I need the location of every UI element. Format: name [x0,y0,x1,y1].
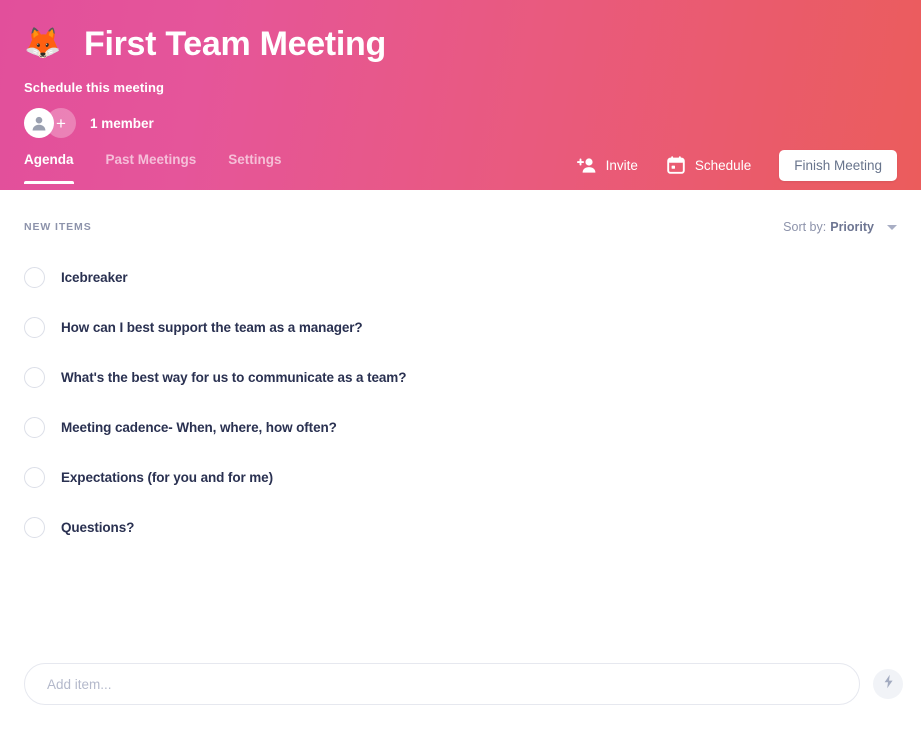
page-title: First Team Meeting [84,25,386,64]
lightning-bolt-icon [881,674,896,694]
composer [24,663,903,705]
item-label: Icebreaker [61,270,128,285]
tab-bar: Agenda Past Meetings Settings [24,146,314,190]
avatar[interactable] [24,108,54,138]
fox-face-emoji: 🦊 [24,29,64,59]
quick-add-button[interactable] [873,669,903,699]
meeting-header: 🦊 First Team Meeting Schedule this meeti… [0,0,921,190]
list-item[interactable]: Questions? [24,502,897,552]
schedule-meeting-link[interactable]: Schedule this meeting [24,80,897,95]
tab-settings[interactable]: Settings [228,146,281,184]
nav-row: Agenda Past Meetings Settings Invite [0,146,921,190]
item-label: Meeting cadence- When, where, how often? [61,420,337,435]
list-item[interactable]: What's the best way for us to communicat… [24,352,897,402]
new-items-label: NEW ITEMS [24,221,92,233]
item-label: Questions? [61,520,134,535]
calendar-icon [666,155,686,175]
item-checkbox[interactable] [24,517,45,538]
item-label: Expectations (for you and for me) [61,470,273,485]
list-item[interactable]: Expectations (for you and for me) [24,452,897,502]
meeting-app: 🦊 First Team Meeting Schedule this meeti… [0,0,921,733]
schedule-label: Schedule [695,158,751,173]
invite-label: Invite [606,158,638,173]
sort-by-value: Priority [830,220,874,234]
item-checkbox[interactable] [24,317,45,338]
tab-agenda[interactable]: Agenda [24,146,74,184]
person-plus-icon [577,155,597,175]
header-actions: Invite Schedule Finish Meeting [577,146,897,184]
agenda-panel: NEW ITEMS Sort by: Priority Icebreaker H… [0,190,921,733]
tab-past-meetings[interactable]: Past Meetings [106,146,197,184]
avatar-stack: + [24,108,76,138]
schedule-button[interactable]: Schedule [666,155,751,175]
item-checkbox[interactable] [24,267,45,288]
item-checkbox[interactable] [24,367,45,388]
chevron-down-icon [887,225,897,230]
list-header: NEW ITEMS Sort by: Priority [24,190,897,242]
finish-meeting-button[interactable]: Finish Meeting [779,150,897,181]
list-item[interactable]: Icebreaker [24,252,897,302]
plus-icon: + [56,115,66,132]
sort-by-dropdown[interactable]: Sort by: Priority [783,220,897,234]
invite-button[interactable]: Invite [577,155,638,175]
member-count-label: 1 member [90,116,154,131]
item-label: How can I best support the team as a man… [61,320,363,335]
item-label: What's the best way for us to communicat… [61,370,406,385]
sort-by-label: Sort by: [783,220,826,234]
item-checkbox[interactable] [24,467,45,488]
item-checkbox[interactable] [24,417,45,438]
list-item[interactable]: How can I best support the team as a man… [24,302,897,352]
members-row: + 1 member [24,107,897,139]
title-row: 🦊 First Team Meeting [24,0,897,72]
list-item[interactable]: Meeting cadence- When, where, how often? [24,402,897,452]
agenda-list: Icebreaker How can I best support the te… [24,252,897,552]
add-item-input[interactable] [24,663,860,705]
